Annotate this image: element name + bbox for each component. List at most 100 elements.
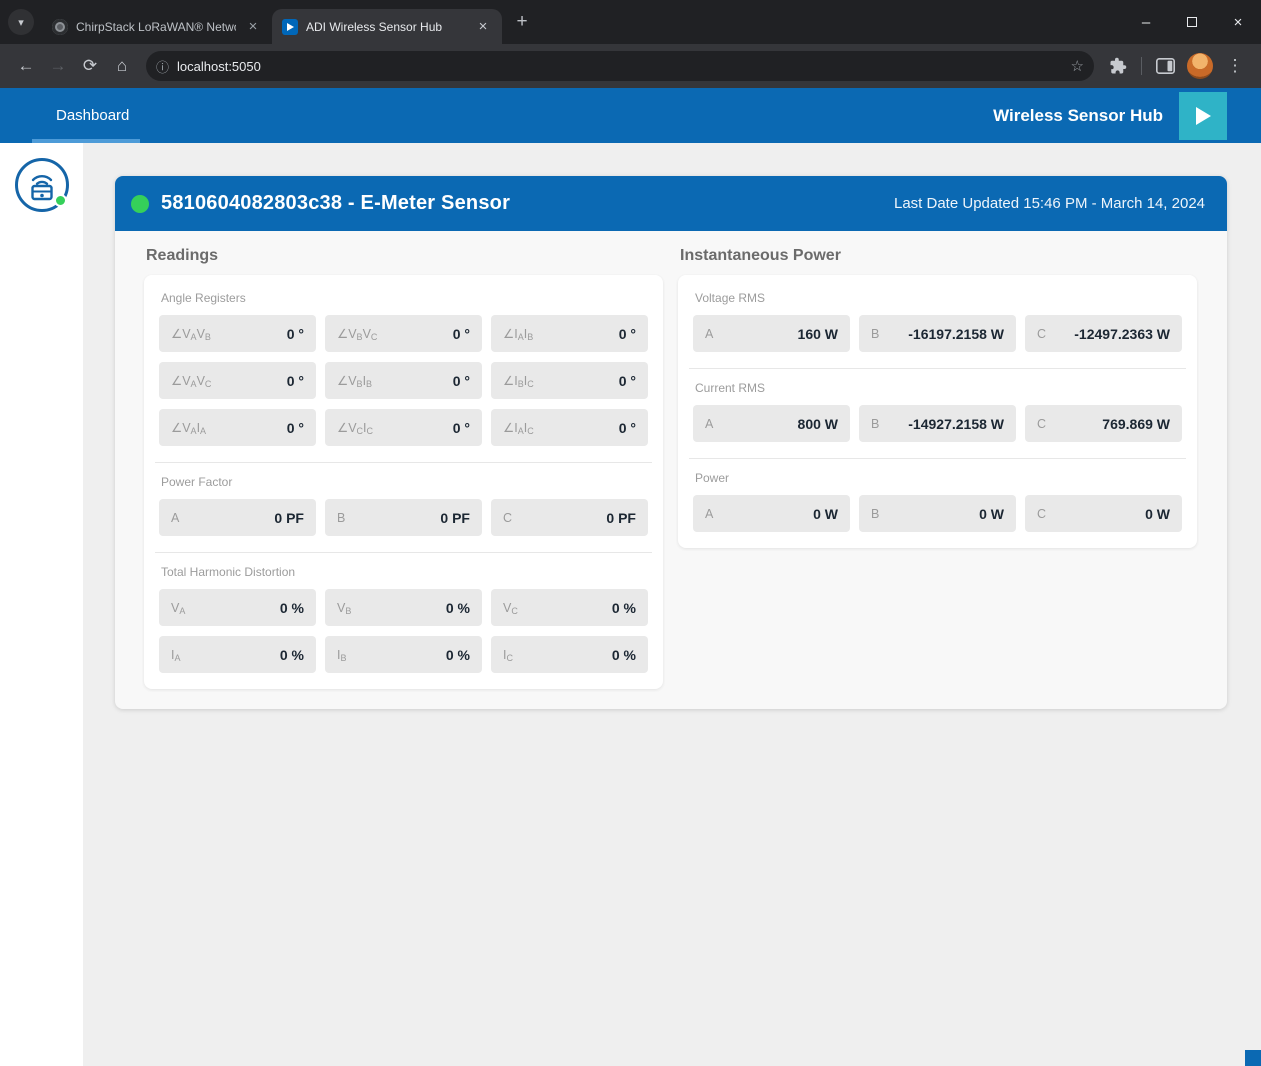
pill-value: 0 %	[612, 647, 636, 663]
corner-accent	[1245, 1050, 1261, 1066]
new-tab-button[interactable]: +	[508, 8, 536, 36]
tab-close-icon[interactable]: ×	[474, 18, 492, 36]
pill-value: -16197.2158 W	[908, 326, 1004, 342]
puzzle-icon	[1109, 57, 1127, 75]
thd-label: Total Harmonic Distortion	[161, 565, 648, 579]
pill-value: 0 %	[446, 647, 470, 663]
address-text[interactable]: localhost:5050	[177, 59, 1071, 74]
pill-value: 0 %	[612, 600, 636, 616]
pill-value: 0 W	[813, 506, 838, 522]
maximize-button[interactable]	[1169, 0, 1215, 44]
readings-heading: Readings	[146, 247, 663, 265]
address-bar[interactable]: ⓘ localhost:5050 ☆	[146, 51, 1094, 81]
group-divider	[155, 462, 652, 463]
pill-label: A	[705, 417, 713, 431]
status-dot	[131, 195, 149, 213]
reading-pill: ∠VAIA0 °	[159, 409, 316, 446]
tab-strip: ▾ ChirpStack LoRaWAN® Network × ADI Wire…	[0, 0, 1261, 44]
pill-value: 0 PF	[606, 510, 636, 526]
voltage-rms-label: Voltage RMS	[695, 291, 1182, 305]
reading-pill: B -16197.2158 W	[859, 315, 1016, 352]
app-title: Wireless Sensor Hub	[993, 106, 1163, 126]
reading-pill: ∠VAVC 0 °	[159, 362, 316, 399]
nav-dashboard-label: Dashboard	[56, 107, 129, 124]
nav-dashboard[interactable]: Dashboard	[44, 88, 141, 143]
tab-search-button[interactable]: ▾	[8, 9, 34, 35]
pill-value: 0 °	[287, 326, 304, 342]
reading-pill: IA0 %	[159, 636, 316, 673]
extensions-button[interactable]	[1102, 50, 1134, 82]
close-button[interactable]: ×	[1215, 0, 1261, 44]
readings-section: Readings Angle Registers ∠VAVB0 °∠VBVC0 …	[144, 247, 663, 689]
site-info-icon[interactable]: ⓘ	[156, 57, 169, 76]
pill-value: 0 W	[1145, 506, 1170, 522]
reading-pill: ∠VAVB 0 °	[159, 315, 316, 352]
reading-pill: A800 W	[693, 405, 850, 442]
pill-value: 0 °	[453, 373, 470, 389]
browser-menu-button[interactable]: ⋮	[1219, 50, 1251, 82]
pill-label: B	[871, 327, 879, 341]
pill-label: ∠IBIC	[503, 373, 534, 388]
browser-toolbar: ← → ⟳ ⌂ ⓘ localhost:5050 ☆ ⋮	[0, 44, 1261, 88]
reload-button[interactable]: ⟳	[74, 50, 106, 82]
sidebar-item-emeter-device[interactable]	[15, 158, 69, 212]
pill-value: 0 °	[619, 420, 636, 436]
device-card: 5810604082803c38 - E-Meter Sensor Last D…	[115, 176, 1227, 709]
pill-label: ∠IAIC	[503, 420, 534, 435]
device-card-header: 5810604082803c38 - E-Meter Sensor Last D…	[115, 176, 1227, 231]
side-panel-button[interactable]	[1149, 50, 1181, 82]
pill-label: B	[871, 417, 879, 431]
device-online-dot	[54, 194, 67, 207]
power-label: Power	[695, 471, 1182, 485]
tab-adi-hub[interactable]: ADI Wireless Sensor Hub ×	[272, 9, 502, 44]
profile-avatar[interactable]	[1187, 53, 1213, 79]
minimize-button[interactable]: –	[1123, 0, 1169, 44]
pill-label: ∠VAVB	[171, 326, 211, 341]
power-factor-label: Power Factor	[161, 475, 648, 489]
current-rms-grid: A800 WB-14927.2158 WC769.869 W	[693, 405, 1182, 442]
pill-value: 769.869 W	[1102, 416, 1170, 432]
pill-label: ∠VAVC	[171, 373, 211, 388]
pill-value: 160 W	[798, 326, 838, 342]
pill-label: IC	[503, 648, 513, 662]
tab-title: ChirpStack LoRaWAN® Network	[76, 20, 236, 34]
reading-pill: B0 PF	[325, 499, 482, 536]
pill-value: 0 W	[979, 506, 1004, 522]
pill-value: 0 °	[453, 420, 470, 436]
group-divider	[155, 552, 652, 553]
pill-value: 0 %	[280, 600, 304, 616]
pill-value: 0 °	[453, 326, 470, 342]
pill-label: VA	[171, 601, 185, 615]
reading-pill: ∠VBIB0 °	[325, 362, 482, 399]
reading-pill: B-14927.2158 W	[859, 405, 1016, 442]
pill-value: 0 PF	[440, 510, 470, 526]
instantaneous-power-heading: Instantaneous Power	[680, 247, 1197, 265]
reading-pill: B0 W	[859, 495, 1016, 532]
forward-button[interactable]: →	[42, 50, 74, 82]
reading-pill: ∠IAIB0 °	[491, 315, 648, 352]
tab-chirpstack[interactable]: ChirpStack LoRaWAN® Network ×	[42, 9, 272, 44]
home-button[interactable]: ⌂	[106, 50, 138, 82]
reading-pill: IC 0 %	[491, 636, 648, 673]
adi-logo-icon	[1179, 92, 1227, 140]
reading-pill: ∠IAIC 0 °	[491, 409, 648, 446]
chevron-down-icon: ▾	[18, 16, 24, 29]
tab-title: ADI Wireless Sensor Hub	[306, 20, 466, 34]
reading-pill: ∠VCIC 0 °	[325, 409, 482, 446]
reading-pill: A0 W	[693, 495, 850, 532]
side-panel-icon	[1156, 58, 1175, 74]
bookmark-star-icon[interactable]: ☆	[1071, 57, 1084, 75]
thd-grid: VA0 %VB0 %VC0 %IA0 %IB0 %IC0 %	[159, 589, 648, 673]
pill-value: 0 °	[287, 373, 304, 389]
readings-card: Angle Registers ∠VAVB0 °∠VBVC0 °∠IAIB0 °…	[144, 275, 663, 689]
pill-label: ∠VCIC	[337, 420, 373, 435]
main-content: 5810604082803c38 - E-Meter Sensor Last D…	[83, 143, 1261, 1066]
pill-label: VC	[503, 601, 518, 615]
back-button[interactable]: ←	[10, 50, 42, 82]
angle-registers-label: Angle Registers	[161, 291, 648, 305]
tab-close-icon[interactable]: ×	[244, 18, 262, 36]
reading-pill: VA 0 %	[159, 589, 316, 626]
device-sidebar	[0, 143, 83, 1066]
pill-value: 0 %	[280, 647, 304, 663]
pill-value: 0 °	[619, 373, 636, 389]
